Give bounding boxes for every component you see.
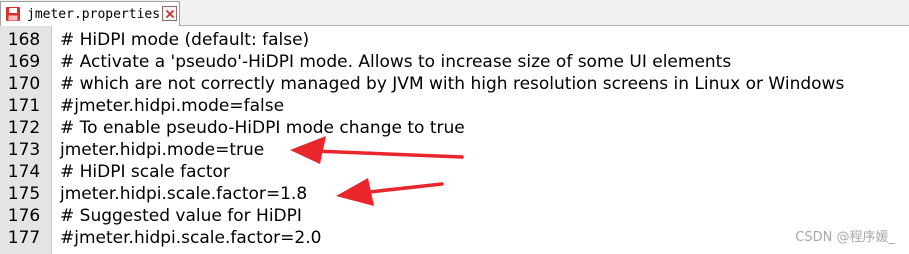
arrow-icon	[290, 136, 464, 164]
arrow-icon	[336, 178, 444, 206]
annotation-arrows	[290, 136, 464, 206]
watermark: CSDN @程序媛_	[795, 230, 895, 245]
